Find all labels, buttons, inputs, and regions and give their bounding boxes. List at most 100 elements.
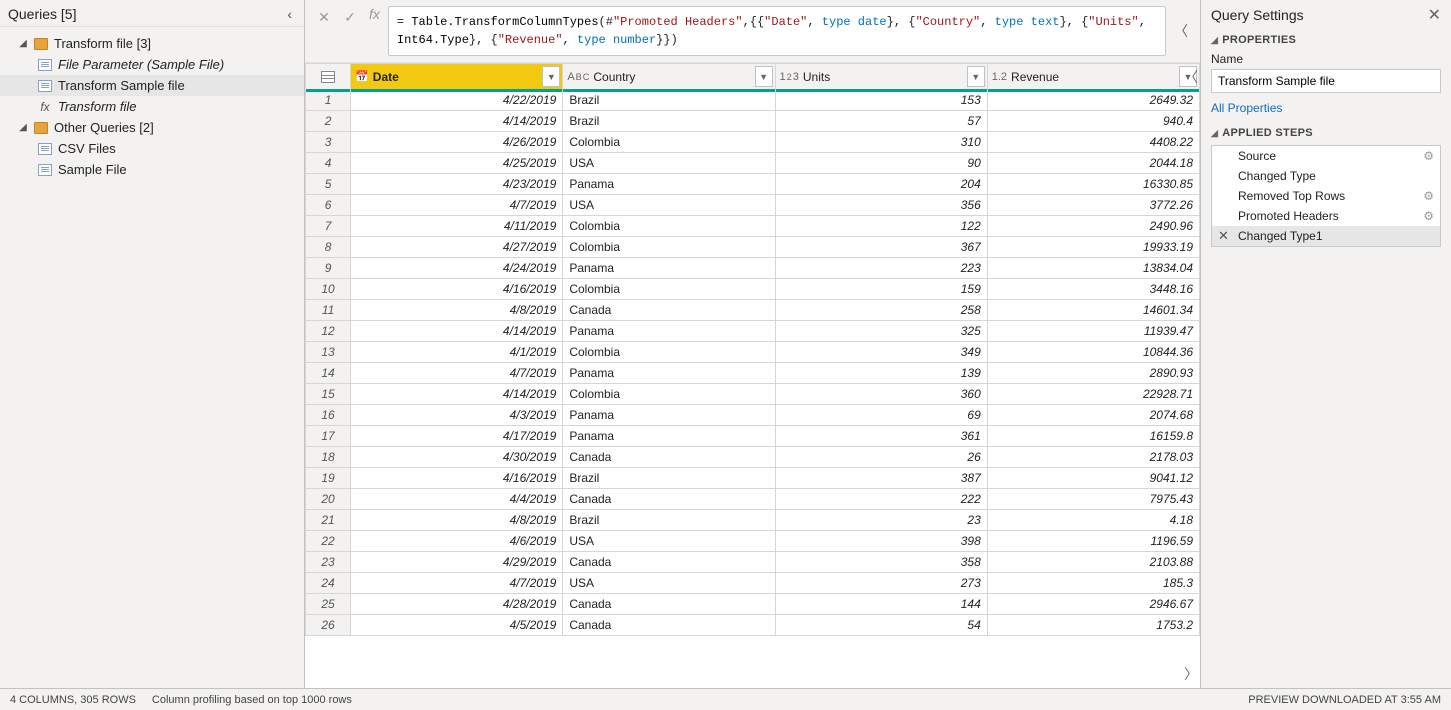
folder-transform-file[interactable]: ◢ Transform file [3] (0, 33, 304, 54)
cell-revenue[interactable]: 2044.18 (987, 153, 1199, 174)
cell-revenue[interactable]: 185.3 (987, 573, 1199, 594)
cell-revenue[interactable]: 2890.93 (987, 363, 1199, 384)
cell-revenue[interactable]: 4408.22 (987, 132, 1199, 153)
column-filter-dropdown[interactable]: ▼ (967, 66, 985, 87)
cell-units[interactable]: 222 (775, 489, 987, 510)
cell-date[interactable]: 4/5/2019 (351, 615, 563, 636)
cell-revenue[interactable]: 3448.16 (987, 279, 1199, 300)
cell-revenue[interactable]: 2490.96 (987, 216, 1199, 237)
table-row[interactable]: 264/5/2019Canada541753.2 (306, 615, 1200, 636)
cell-revenue[interactable]: 16159.8 (987, 426, 1199, 447)
query-file-parameter[interactable]: File Parameter (Sample File) (0, 54, 304, 75)
cell-country[interactable]: Brazil (563, 90, 775, 111)
gear-icon[interactable]: ⚙ (1423, 189, 1434, 203)
scroll-up-icon[interactable]: 〈 (1184, 67, 1198, 87)
query-transform-sample-file[interactable]: Transform Sample file (0, 75, 304, 96)
cell-date[interactable]: 4/16/2019 (351, 279, 563, 300)
cell-date[interactable]: 4/8/2019 (351, 300, 563, 321)
cancel-formula-button[interactable]: ✕ (313, 6, 335, 28)
delete-step-icon[interactable]: ✕ (1218, 228, 1229, 244)
table-row[interactable]: 94/24/2019Panama22313834.04 (306, 258, 1200, 279)
cell-country[interactable]: Panama (563, 426, 775, 447)
cell-country[interactable]: USA (563, 573, 775, 594)
cell-revenue[interactable]: 2178.03 (987, 447, 1199, 468)
cell-units[interactable]: 367 (775, 237, 987, 258)
cell-units[interactable]: 356 (775, 195, 987, 216)
table-row[interactable]: 84/27/2019Colombia36719933.19 (306, 237, 1200, 258)
table-row[interactable]: 164/3/2019Panama692074.68 (306, 405, 1200, 426)
table-row[interactable]: 104/16/2019Colombia1593448.16 (306, 279, 1200, 300)
query-transform-file-fn[interactable]: fx Transform file (0, 96, 304, 117)
query-csv-files[interactable]: CSV Files (0, 138, 304, 159)
cell-country[interactable]: Panama (563, 258, 775, 279)
cell-country[interactable]: USA (563, 195, 775, 216)
cell-date[interactable]: 4/14/2019 (351, 111, 563, 132)
cell-country[interactable]: Canada (563, 447, 775, 468)
commit-formula-button[interactable]: ✓ (339, 6, 361, 28)
cell-country[interactable]: Canada (563, 594, 775, 615)
cell-revenue[interactable]: 10844.36 (987, 342, 1199, 363)
cell-date[interactable]: 4/3/2019 (351, 405, 563, 426)
cell-units[interactable]: 144 (775, 594, 987, 615)
cell-date[interactable]: 4/6/2019 (351, 531, 563, 552)
applied-step[interactable]: Removed Top Rows⚙ (1212, 186, 1440, 206)
collapse-left-icon[interactable]: ‹ (283, 4, 296, 24)
data-grid[interactable]: 📅Date ▼ ABCCountry ▼ 123Units ▼ 1.2Re (305, 63, 1200, 688)
cell-revenue[interactable]: 2074.68 (987, 405, 1199, 426)
caret-down-icon[interactable]: ◢ (1211, 35, 1218, 46)
cell-date[interactable]: 4/14/2019 (351, 384, 563, 405)
cell-country[interactable]: Brazil (563, 510, 775, 531)
vertical-scrollbar[interactable]: 〈 〉 (1182, 63, 1200, 688)
table-row[interactable]: 194/16/2019Brazil3879041.12 (306, 468, 1200, 489)
table-row[interactable]: 54/23/2019Panama20416330.85 (306, 174, 1200, 195)
cell-revenue[interactable]: 9041.12 (987, 468, 1199, 489)
cell-date[interactable]: 4/14/2019 (351, 321, 563, 342)
cell-country[interactable]: Canada (563, 489, 775, 510)
table-row[interactable]: 224/6/2019USA3981196.59 (306, 531, 1200, 552)
cell-country[interactable]: Colombia (563, 342, 775, 363)
cell-date[interactable]: 4/28/2019 (351, 594, 563, 615)
formula-input[interactable]: = Table.TransformColumnTypes(#"Promoted … (388, 6, 1166, 56)
cell-revenue[interactable]: 16330.85 (987, 174, 1199, 195)
cell-units[interactable]: 90 (775, 153, 987, 174)
cell-country[interactable]: Colombia (563, 384, 775, 405)
cell-country[interactable]: USA (563, 531, 775, 552)
query-name-input[interactable] (1211, 69, 1441, 93)
table-row[interactable]: 34/26/2019Colombia3104408.22 (306, 132, 1200, 153)
table-corner[interactable] (306, 64, 351, 90)
table-row[interactable]: 44/25/2019USA902044.18 (306, 153, 1200, 174)
table-row[interactable]: 74/11/2019Colombia1222490.96 (306, 216, 1200, 237)
cell-date[interactable]: 4/22/2019 (351, 90, 563, 111)
cell-country[interactable]: Panama (563, 363, 775, 384)
gear-icon[interactable]: ⚙ (1423, 209, 1434, 223)
cell-date[interactable]: 4/29/2019 (351, 552, 563, 573)
cell-revenue[interactable]: 2649.32 (987, 90, 1199, 111)
cell-units[interactable]: 358 (775, 552, 987, 573)
table-row[interactable]: 234/29/2019Canada3582103.88 (306, 552, 1200, 573)
applied-step[interactable]: Promoted Headers⚙ (1212, 206, 1440, 226)
applied-step[interactable]: Changed Type (1212, 166, 1440, 186)
cell-country[interactable]: Canada (563, 615, 775, 636)
table-row[interactable]: 254/28/2019Canada1442946.67 (306, 594, 1200, 615)
cell-revenue[interactable]: 1753.2 (987, 615, 1199, 636)
table-row[interactable]: 14/22/2019Brazil1532649.32 (306, 90, 1200, 111)
cell-date[interactable]: 4/23/2019 (351, 174, 563, 195)
cell-units[interactable]: 273 (775, 573, 987, 594)
cell-revenue[interactable]: 1196.59 (987, 531, 1199, 552)
table-row[interactable]: 154/14/2019Colombia36022928.71 (306, 384, 1200, 405)
cell-units[interactable]: 159 (775, 279, 987, 300)
cell-revenue[interactable]: 19933.19 (987, 237, 1199, 258)
caret-down-icon[interactable]: ◢ (1211, 128, 1218, 139)
cell-units[interactable]: 26 (775, 447, 987, 468)
cell-revenue[interactable]: 22928.71 (987, 384, 1199, 405)
cell-country[interactable]: Brazil (563, 468, 775, 489)
cell-country[interactable]: Brazil (563, 111, 775, 132)
cell-units[interactable]: 361 (775, 426, 987, 447)
cell-units[interactable]: 310 (775, 132, 987, 153)
cell-units[interactable]: 57 (775, 111, 987, 132)
cell-date[interactable]: 4/7/2019 (351, 573, 563, 594)
cell-country[interactable]: Panama (563, 174, 775, 195)
table-row[interactable]: 114/8/2019Canada25814601.34 (306, 300, 1200, 321)
cell-country[interactable]: Colombia (563, 132, 775, 153)
column-header-country[interactable]: ABCCountry ▼ (563, 64, 775, 90)
